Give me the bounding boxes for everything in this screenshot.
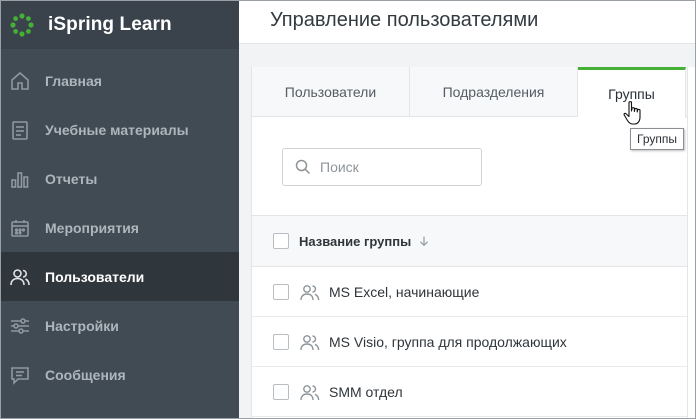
table-header: Название группы <box>252 215 695 267</box>
group-name[interactable]: MS Visio, группа для продолжающих <box>329 334 567 350</box>
row-checkbox[interactable] <box>273 284 289 300</box>
group-icon <box>300 385 320 401</box>
sidebar-item-events[interactable]: Мероприятия <box>1 203 239 252</box>
select-all-checkbox[interactable] <box>273 233 289 249</box>
sidebar-item-label: Пользователи <box>45 268 145 285</box>
group-icon <box>300 285 320 301</box>
tab-departments[interactable]: Подразделения <box>410 67 578 117</box>
sidebar-item-label: Главная <box>45 72 102 89</box>
sort-arrow-down-icon[interactable] <box>418 235 430 247</box>
search-input[interactable] <box>320 159 470 175</box>
sidebar-item-reports[interactable]: Отчеты <box>1 154 239 203</box>
sidebar: iSpring Learn Главная Учебные материалы … <box>1 1 239 418</box>
sidebar-item-messages[interactable]: Сообщения <box>1 350 239 399</box>
sidebar-item-label: Настройки <box>45 317 119 334</box>
table-row[interactable]: MS Excel, начинающие <box>252 268 695 317</box>
ispring-logo-icon <box>10 13 34 37</box>
group-icon <box>300 335 320 351</box>
bar-chart-icon <box>9 168 31 190</box>
page-header: Управление пользователями <box>239 1 695 44</box>
sidebar-item-users[interactable]: Пользователи <box>1 252 239 301</box>
app-name: iSpring Learn <box>48 14 172 35</box>
sidebar-item-settings[interactable]: Настройки <box>1 301 239 350</box>
calendar-icon <box>9 217 31 239</box>
sidebar-item-label: Мероприятия <box>45 219 139 236</box>
logo[interactable]: iSpring Learn <box>1 1 239 49</box>
hand-cursor-icon <box>623 101 641 125</box>
table-row[interactable]: MS Visio, группа для продолжающих <box>252 318 695 367</box>
search-icon <box>295 159 311 175</box>
sidebar-nav: Главная Учебные материалы Отчеты Меропри… <box>1 56 239 399</box>
tooltip: Группы <box>630 128 684 150</box>
main-content: Управление пользователями Пользователи П… <box>239 1 695 418</box>
group-name[interactable]: SMM отдел <box>329 384 403 400</box>
tab-users[interactable]: Пользователи <box>252 67 410 117</box>
scroll-edge <box>687 67 695 418</box>
row-checkbox[interactable] <box>273 384 289 400</box>
row-checkbox[interactable] <box>273 334 289 350</box>
users-icon <box>9 266 31 288</box>
column-header-group-name[interactable]: Название группы <box>299 234 411 249</box>
sidebar-item-label: Сообщения <box>45 366 126 383</box>
message-icon <box>9 364 31 386</box>
search-box[interactable] <box>282 148 482 186</box>
group-name[interactable]: MS Excel, начинающие <box>329 284 479 300</box>
page-title: Управление пользователями <box>270 9 539 31</box>
table-row[interactable]: SMM отдел <box>252 368 695 417</box>
sidebar-item-learning-materials[interactable]: Учебные материалы <box>1 105 239 154</box>
sidebar-item-home[interactable]: Главная <box>1 56 239 105</box>
home-icon <box>9 70 31 92</box>
sidebar-item-label: Отчеты <box>45 170 98 187</box>
sidebar-item-label: Учебные материалы <box>45 121 189 138</box>
document-icon <box>9 119 31 141</box>
app-window: iSpring Learn Главная Учебные материалы … <box>0 0 696 419</box>
sliders-icon <box>9 315 31 337</box>
